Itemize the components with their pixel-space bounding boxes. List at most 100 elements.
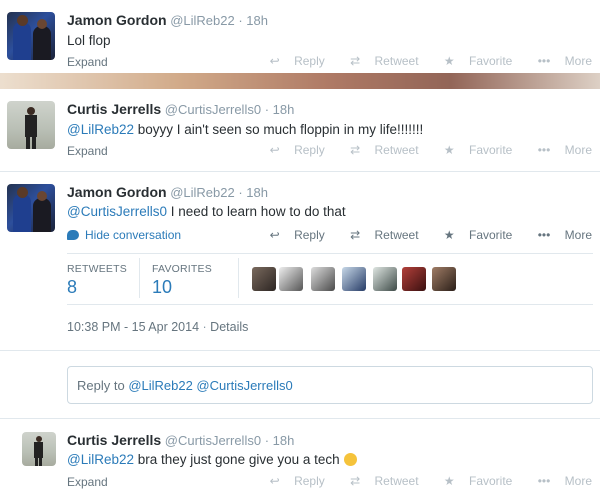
user-handle[interactable]: @CurtisJerrells0 xyxy=(165,433,261,448)
user-handle[interactable]: @CurtisJerrells0 xyxy=(165,102,261,117)
reply-label: Reply xyxy=(294,143,325,157)
retweet-label: Retweet xyxy=(374,474,419,488)
details-link[interactable]: Details xyxy=(210,320,248,334)
more-label: More xyxy=(564,474,592,488)
retweet-button[interactable]: ⇄ Retweet xyxy=(339,474,418,488)
favorites-count[interactable]: 10 xyxy=(152,277,172,298)
reply-button[interactable]: ↩ Reply xyxy=(259,474,325,488)
reply-input[interactable]: Reply to @LilReb22 @CurtisJerrells0 xyxy=(67,366,593,404)
tweet-time[interactable]: 18h xyxy=(246,13,268,28)
retweet-icon: ⇄ xyxy=(350,474,361,488)
retweet-icon: ⇄ xyxy=(350,54,361,68)
user-fullname[interactable]: Curtis Jerrells xyxy=(67,432,161,448)
retweets-label: RETWEETS xyxy=(67,263,127,275)
expand-link[interactable]: Expand xyxy=(67,475,108,489)
more-icon: ••• xyxy=(537,228,551,242)
tweet-divider xyxy=(0,350,600,351)
separator-dot: · xyxy=(238,13,243,28)
favoriter-avatar[interactable] xyxy=(342,267,366,291)
tweet-text: @LilReb22 boyyy I ain't seen so much flo… xyxy=(67,122,423,137)
tweet-text: Lol flop xyxy=(67,33,111,48)
stats-separator xyxy=(139,258,140,298)
avatar[interactable] xyxy=(7,184,55,232)
timestamp-text[interactable]: 10:38 PM - 15 Apr 2014 xyxy=(67,320,199,334)
reply-icon: ↩ xyxy=(269,54,280,68)
stats-separator xyxy=(238,258,239,298)
reply-icon: ↩ xyxy=(269,143,280,157)
star-icon: ★ xyxy=(443,228,455,242)
avatar[interactable] xyxy=(7,12,55,60)
favoriter-avatar[interactable] xyxy=(432,267,456,291)
tweet-body: I need to learn how to do that xyxy=(166,204,346,219)
tweet-body: bra they just gone give you a tech xyxy=(134,452,340,467)
favorite-button[interactable]: ★ Favorite xyxy=(433,474,512,488)
tweet-divider xyxy=(0,418,600,419)
separator-dot: · xyxy=(238,185,243,200)
more-button[interactable]: ••• More xyxy=(527,228,592,242)
separator-dot: · xyxy=(264,433,270,448)
favoriter-avatar[interactable] xyxy=(311,267,335,291)
tweet-header: Curtis Jerrells @CurtisJerrells0 · 18h xyxy=(67,432,294,448)
hide-conversation-link[interactable]: Hide conversation xyxy=(67,228,181,242)
favorites-label: FAVORITES xyxy=(152,263,212,275)
favoriter-avatar[interactable] xyxy=(252,267,276,291)
favorite-button[interactable]: ★ Favorite xyxy=(433,143,512,157)
user-handle[interactable]: @LilReb22 xyxy=(170,185,235,200)
user-fullname[interactable]: Curtis Jerrells xyxy=(67,101,161,117)
mention-link[interactable]: @LilReb22 xyxy=(67,452,134,467)
retweet-button[interactable]: ⇄ Retweet xyxy=(339,143,418,157)
retweet-button[interactable]: ⇄ Retweet xyxy=(339,54,418,68)
retweet-label: Retweet xyxy=(374,54,419,68)
more-label: More xyxy=(564,228,592,242)
favoriter-avatar[interactable] xyxy=(279,267,303,291)
star-icon: ★ xyxy=(443,54,455,68)
mention-link[interactable]: @LilReb22 xyxy=(67,122,134,137)
more-button[interactable]: ••• More xyxy=(527,143,592,157)
conversation-icon xyxy=(67,230,79,240)
separator-dot: · xyxy=(264,102,270,117)
favorite-label: Favorite xyxy=(469,143,513,157)
reply-label: Reply xyxy=(294,54,325,68)
more-button[interactable]: ••• More xyxy=(527,54,592,68)
avatar[interactable] xyxy=(22,432,56,466)
favoriter-avatar[interactable] xyxy=(402,267,426,291)
tweet-timestamp: 10:38 PM - 15 Apr 2014 · Details xyxy=(67,320,249,334)
favorite-button[interactable]: ★ Favorite xyxy=(433,54,512,68)
more-icon: ••• xyxy=(537,474,551,488)
favoriter-avatar[interactable] xyxy=(373,267,397,291)
user-fullname[interactable]: Jamon Gordon xyxy=(67,184,167,200)
tweet-time[interactable]: 18h xyxy=(273,433,295,448)
reply-mentions: @LilReb22 @CurtisJerrells0 xyxy=(128,378,293,393)
tweet-header: Jamon Gordon @LilReb22 · 18h xyxy=(67,184,268,200)
user-handle[interactable]: @LilReb22 xyxy=(170,13,235,28)
tweet-header: Curtis Jerrells @CurtisJerrells0 · 18h xyxy=(67,101,294,117)
retweet-button[interactable]: ⇄ Retweet xyxy=(339,228,418,242)
favorite-button[interactable]: ★ Favorite xyxy=(433,228,512,242)
reply-button[interactable]: ↩ Reply xyxy=(259,228,325,242)
retweets-count[interactable]: 8 xyxy=(67,277,77,298)
tweet-time[interactable]: 18h xyxy=(246,185,268,200)
retweet-label: Retweet xyxy=(374,143,419,157)
reply-button[interactable]: ↩ Reply xyxy=(259,54,325,68)
mention-link[interactable]: @CurtisJerrells0 xyxy=(67,204,167,219)
retweet-icon: ⇄ xyxy=(350,143,361,157)
expand-link[interactable]: Expand xyxy=(67,144,108,158)
expand-link[interactable]: Expand xyxy=(67,55,108,69)
reply-label: Reply xyxy=(294,474,325,488)
reply-button[interactable]: ↩ Reply xyxy=(259,143,325,157)
more-icon: ••• xyxy=(537,54,551,68)
media-preview-strip[interactable] xyxy=(0,73,600,89)
tweet-actions: ↩ Reply ⇄ Retweet ★ Favorite ••• More xyxy=(248,474,592,488)
laughing-emoji-icon xyxy=(343,453,357,466)
favorite-label: Favorite xyxy=(469,474,513,488)
tweet-text: @CurtisJerrells0 I need to learn how to … xyxy=(67,204,346,219)
user-fullname[interactable]: Jamon Gordon xyxy=(67,12,167,28)
avatar[interactable] xyxy=(7,101,55,149)
tweet-time[interactable]: 18h xyxy=(273,102,295,117)
stats-divider-bottom xyxy=(67,304,593,305)
tweet-text: @LilReb22 bra they just gone give you a … xyxy=(67,452,357,467)
star-icon: ★ xyxy=(443,474,455,488)
more-button[interactable]: ••• More xyxy=(527,474,592,488)
more-label: More xyxy=(564,54,592,68)
reply-prefix: Reply to xyxy=(77,378,129,393)
